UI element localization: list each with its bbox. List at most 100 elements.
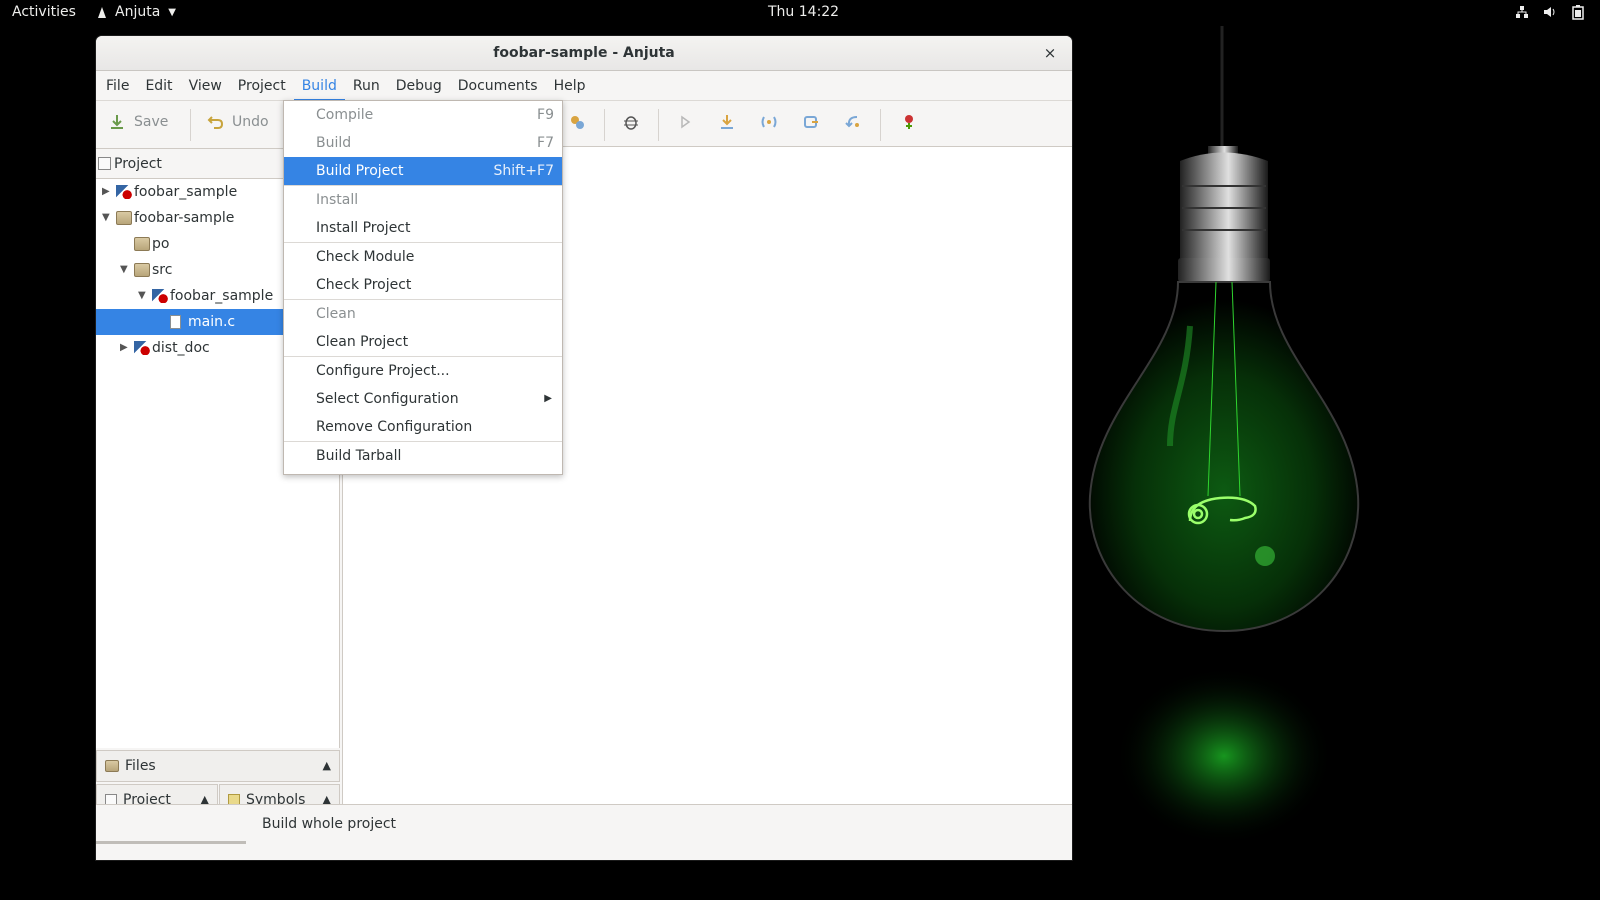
- play-icon: [681, 115, 691, 129]
- menu-project[interactable]: Project: [230, 71, 294, 101]
- toolbar-separator: [880, 109, 881, 141]
- bug-icon: [624, 116, 638, 130]
- menu-item-shortcut: F9: [537, 107, 554, 123]
- tree-item-label: foobar-sample: [134, 210, 235, 226]
- module-icon: [116, 185, 132, 199]
- continue-button[interactable]: [676, 113, 694, 131]
- save-label: Save: [134, 114, 169, 130]
- folder-icon: [116, 211, 132, 225]
- menu-item-label: Build Project: [316, 163, 404, 179]
- close-window-button[interactable]: ×: [1040, 43, 1060, 63]
- breakpoint-button[interactable]: [900, 113, 918, 131]
- menu-item-label: Check Project: [316, 277, 412, 293]
- menu-bar: File Edit View Project Build Run Debug Document…: [96, 71, 1072, 101]
- files-tab-label: Files: [125, 758, 156, 774]
- step-over-button[interactable]: [760, 113, 778, 131]
- build-menu-item-install[interactable]: Install: [284, 186, 562, 214]
- anjuta-window: foobar-sample - Anjuta × File Edit View Pro…: [96, 36, 1072, 860]
- toolbar-separator: [658, 109, 659, 141]
- expander-closed-icon[interactable]: ▶: [102, 179, 110, 205]
- build-menu-item-clean[interactable]: Clean: [284, 300, 562, 328]
- execute-icon: [571, 116, 584, 129]
- save-icon: [111, 115, 123, 129]
- clock[interactable]: Thu 14:22: [768, 4, 839, 20]
- tree-item-label: dist_doc: [152, 340, 210, 356]
- menu-debug[interactable]: Debug: [388, 71, 450, 101]
- menu-item-shortcut: F7: [537, 135, 554, 151]
- build-menu-item-clean-project[interactable]: Clean Project: [284, 328, 562, 356]
- menu-item-label: Build: [316, 135, 352, 151]
- status-bar: Build whole project: [96, 804, 1072, 844]
- file-icon: [170, 315, 181, 329]
- menu-run[interactable]: Run: [345, 71, 388, 101]
- project-icon: [98, 157, 111, 170]
- build-menu-item-check-project[interactable]: Check Project: [284, 271, 562, 299]
- menu-file[interactable]: File: [98, 71, 137, 101]
- menu-item-label: Clean Project: [316, 334, 409, 350]
- folder-icon: [134, 237, 150, 251]
- build-menu-item-build-project[interactable]: Build Project Shift+F7: [284, 157, 562, 185]
- module-icon: [134, 341, 150, 355]
- menu-build[interactable]: Build: [293, 71, 345, 101]
- run-tool-button[interactable]: [568, 113, 586, 131]
- build-menu-item-check-module[interactable]: Check Module: [284, 243, 562, 271]
- wallpaper-lightbulb-image: [1088, 26, 1360, 846]
- menu-item-label: Check Module: [316, 249, 415, 265]
- top-bar: Activities Anjuta ▼ Thu 14:22: [0, 0, 1600, 26]
- step-in-button[interactable]: [718, 113, 736, 131]
- menu-documents[interactable]: Documents: [450, 71, 546, 101]
- module-icon: [152, 289, 168, 303]
- menu-item-label: Configure Project...: [316, 363, 450, 379]
- tree-item-label: main.c: [188, 314, 236, 330]
- title-bar[interactable]: foobar-sample - Anjuta ×: [96, 36, 1072, 71]
- system-tray[interactable]: [1514, 4, 1586, 20]
- menu-item-label: Compile: [316, 107, 374, 123]
- menu-item-label: Clean: [316, 306, 356, 322]
- anjuta-app-icon: [98, 7, 106, 18]
- files-tab[interactable]: Files ▲: [96, 750, 340, 782]
- status-progress: [96, 841, 246, 844]
- build-menu-item-configure-project[interactable]: Configure Project...: [284, 357, 562, 385]
- build-menu-item-build-tarball[interactable]: Build Tarball: [284, 442, 562, 470]
- save-button[interactable]: Save: [108, 113, 168, 131]
- menu-item-label: Build Tarball: [316, 448, 402, 464]
- network-icon[interactable]: [1514, 4, 1530, 20]
- tree-item-label: src: [152, 262, 173, 278]
- menu-item-shortcut: Shift+F7: [493, 163, 554, 179]
- window-title: foobar-sample - Anjuta: [493, 45, 675, 61]
- activities-button[interactable]: Activities: [12, 4, 76, 20]
- run-to-cursor-button[interactable]: [844, 113, 862, 131]
- folder-icon: [134, 263, 150, 277]
- debug-tool-button[interactable]: [622, 113, 640, 131]
- expander-open-icon[interactable]: ▼: [138, 283, 146, 309]
- menu-help[interactable]: Help: [546, 71, 594, 101]
- build-menu-item-select-configuration[interactable]: Select Configuration ▶: [284, 385, 562, 413]
- step-in-icon: [721, 115, 733, 129]
- breakpoint-icon: [905, 115, 913, 129]
- build-menu-item-compile[interactable]: Compile F9: [284, 101, 562, 129]
- expander-open-icon[interactable]: ▼: [120, 257, 128, 283]
- expander-open-icon[interactable]: ▼: [102, 205, 110, 231]
- tree-item-label: foobar_sample: [170, 288, 274, 304]
- volume-icon[interactable]: [1542, 4, 1558, 20]
- build-menu-popup: Compile F9 Build F7 Build Project Shift+F7 Ins…: [283, 100, 563, 475]
- menu-edit[interactable]: Edit: [137, 71, 180, 101]
- step-out-icon: [804, 116, 818, 128]
- build-menu-item-build[interactable]: Build F7: [284, 129, 562, 157]
- menu-item-label: Install: [316, 192, 359, 208]
- tree-item-label: po: [152, 236, 170, 252]
- menu-item-label: Select Configuration: [316, 391, 459, 407]
- tree-item-label: foobar_sample: [134, 184, 238, 200]
- expander-closed-icon[interactable]: ▶: [120, 335, 128, 361]
- battery-icon[interactable]: [1570, 4, 1586, 20]
- app-menu-label: Anjuta: [115, 4, 161, 20]
- app-menu[interactable]: Anjuta ▼: [95, 4, 176, 20]
- step-out-button[interactable]: [802, 113, 820, 131]
- undo-button[interactable]: Undo: [206, 113, 269, 131]
- chevron-up-icon: ▲: [322, 759, 331, 772]
- toolbar-separator: [604, 109, 605, 141]
- menu-view[interactable]: View: [181, 71, 230, 101]
- build-menu-item-remove-configuration[interactable]: Remove Configuration: [284, 413, 562, 441]
- toolbar-separator: [190, 109, 191, 141]
- build-menu-item-install-project[interactable]: Install Project: [284, 214, 562, 242]
